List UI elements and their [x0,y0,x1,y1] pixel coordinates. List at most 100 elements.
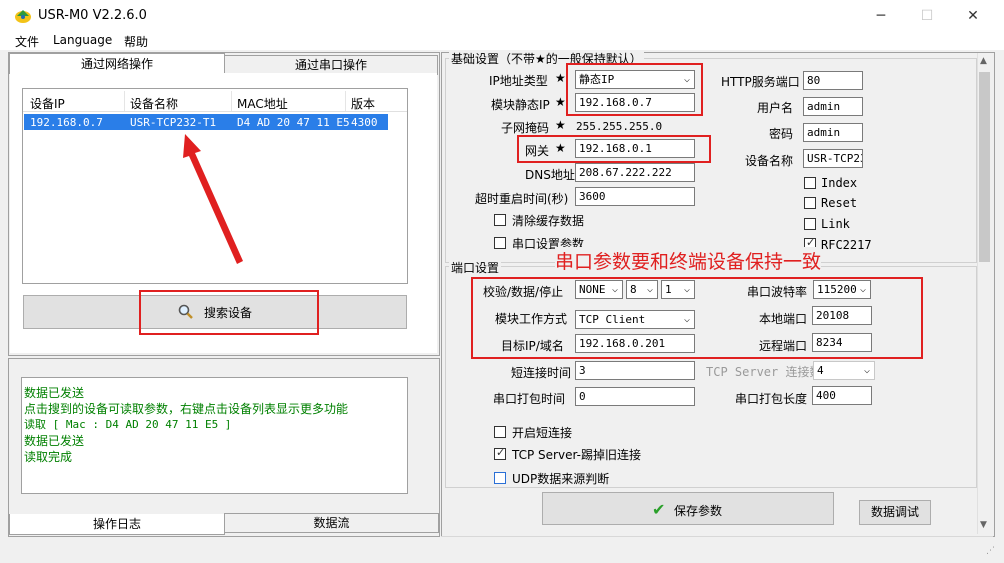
password-label: 密码 [769,127,794,141]
log-line-4: 数据已发送 [24,434,85,448]
row-mac: D4 AD 20 47 11 E5 [237,116,350,129]
pack-len-field[interactable]: 400 [812,386,872,405]
data-debug-button[interactable]: 数据调试 [859,500,931,525]
databits-value: 8 [630,283,637,296]
ip-highlight-box [566,63,703,116]
serial-param-checkbox[interactable] [494,237,506,249]
menu-file[interactable]: 文件 [15,33,39,50]
dns-label: DNS地址 [525,168,575,182]
reset-label: Reset [821,196,858,210]
parity-select[interactable]: NONE ⌵ [575,280,623,299]
pack-time-field[interactable]: 0 [575,387,695,406]
pack-len-label: 串口打包长度 [735,392,808,406]
pack-time-label: 串口打包时间 [493,392,566,406]
check-label: 校验/数据/停止 [483,285,564,299]
kick-old-label: TCP Server-踢掉旧连接 [512,448,641,462]
menu-help[interactable]: 帮助 [124,33,148,50]
dns-field[interactable]: 208.67.222.222 [575,163,695,182]
save-button-label: 保存参数 [674,504,723,518]
remote-port-label: 远程端口 [759,339,808,353]
remote-port-field[interactable]: 8234 [812,333,872,352]
short-time-field[interactable]: 3 [575,361,695,380]
stopbits-select[interactable]: 1 ⌵ [661,280,695,299]
title-bar [0,0,1004,32]
subnet-value: 255.255.255.0 [576,120,663,133]
resize-grip-icon: ⋰ [986,546,995,556]
chevron-down-icon: ⌵ [863,365,870,376]
scroll-thumb[interactable] [979,72,990,262]
device-list-header [23,89,407,112]
row-name: USR-TCP232-T1 [130,116,217,129]
check-icon: ✔ [652,500,666,519]
ip-type-label: IP地址类型 [489,74,548,88]
device-name-field[interactable]: USR-TCP23 [803,149,863,168]
udp-source-checkbox[interactable] [494,472,506,484]
chevron-down-icon: ⌵ [683,284,690,295]
column-version[interactable]: 版本 [351,95,375,112]
tcp-server-count-label: TCP Server 连接数 [706,365,822,379]
databits-select[interactable]: 8 ⌵ [626,280,658,299]
maximize-button[interactable]: ☐ [904,0,950,32]
tab-serial[interactable]: 通过串口操作 [224,55,438,75]
local-port-field[interactable]: 20108 [812,306,872,325]
subnet-label: 子网掩码 [501,121,550,135]
scroll-up-icon[interactable]: ▲ [980,56,987,66]
tab-operation-log[interactable]: 操作日志 [9,514,225,535]
star-icon: ★ [555,118,566,132]
parity-value: NONE [579,283,606,296]
scroll-down-icon[interactable]: ▼ [980,520,987,530]
row-version: 4300 [351,116,378,129]
rfc2217-label: RFC2217 [821,238,872,252]
target-field[interactable]: 192.168.0.201 [575,334,695,353]
menu-language[interactable]: Language [53,33,112,47]
timeout-field[interactable]: 3600 [575,187,695,206]
baud-label: 串口波特率 [747,285,808,299]
tcp-server-count-value: 4 [817,364,824,377]
link-checkbox[interactable] [804,218,816,230]
horizontal-scrollbar[interactable] [441,536,993,552]
kick-old-checkbox[interactable] [494,446,506,460]
clear-cache-checkbox[interactable] [494,214,506,226]
mode-value: TCP Client [579,313,646,326]
short-conn-label: 开启短连接 [512,426,573,440]
row-ip: 192.168.0.7 [30,116,103,129]
window-title: USR-M0 V2.2.6.0 [38,8,147,23]
http-port-label: HTTP服务端口 [721,75,800,89]
short-time-label: 短连接时间 [511,366,572,380]
mode-select[interactable]: TCP Client ⌵ [575,310,695,329]
clear-cache-label: 清除缓存数据 [512,214,585,228]
reset-checkbox[interactable] [804,197,816,209]
minimize-button[interactable]: ─ [858,0,904,32]
chevron-down-icon: ⌵ [646,284,653,295]
short-conn-checkbox[interactable] [494,426,506,438]
chevron-down-icon: ⌵ [683,314,690,325]
search-icon [178,304,193,319]
username-label: 用户名 [757,101,794,115]
column-mac[interactable]: MAC地址 [237,95,288,112]
stopbits-value: 1 [665,283,672,296]
column-device-ip[interactable]: 设备IP [30,95,65,112]
baud-select[interactable]: 115200 ⌵ [813,280,871,299]
static-ip-label: 模块静态IP [491,98,550,112]
star-icon: ★ [555,71,566,85]
http-port-field[interactable]: 80 [803,71,863,90]
device-name-label: 设备名称 [745,154,794,168]
gateway-highlight-box [517,135,711,163]
tab-network[interactable]: 通过网络操作 [9,53,225,74]
serial-annotation: 串口参数要和终端设备保持一致 [555,247,822,274]
log-line-5: 读取完成 [24,450,73,464]
log-line-2: 点击搜到的设备可读取参数，右键点击设备列表显示更多功能 [24,402,349,416]
tcp-server-count-select[interactable]: 4 ⌵ [813,361,875,380]
username-field[interactable]: admin [803,97,863,116]
log-line-3: 读取 [ Mac : D4 AD 20 47 11 E5 ] [24,418,232,431]
serial-group-title: 端口设置 [449,259,502,276]
mode-label: 模块工作方式 [495,312,568,326]
tab-data-stream[interactable]: 数据流 [224,513,439,533]
chevron-down-icon: ⌵ [611,284,618,295]
column-device-name[interactable]: 设备名称 [130,95,178,112]
star-icon: ★ [555,95,566,109]
password-field[interactable]: admin [803,123,863,142]
index-checkbox[interactable] [804,177,816,189]
close-button[interactable]: ✕ [950,0,996,32]
menu-bar [0,32,1004,50]
